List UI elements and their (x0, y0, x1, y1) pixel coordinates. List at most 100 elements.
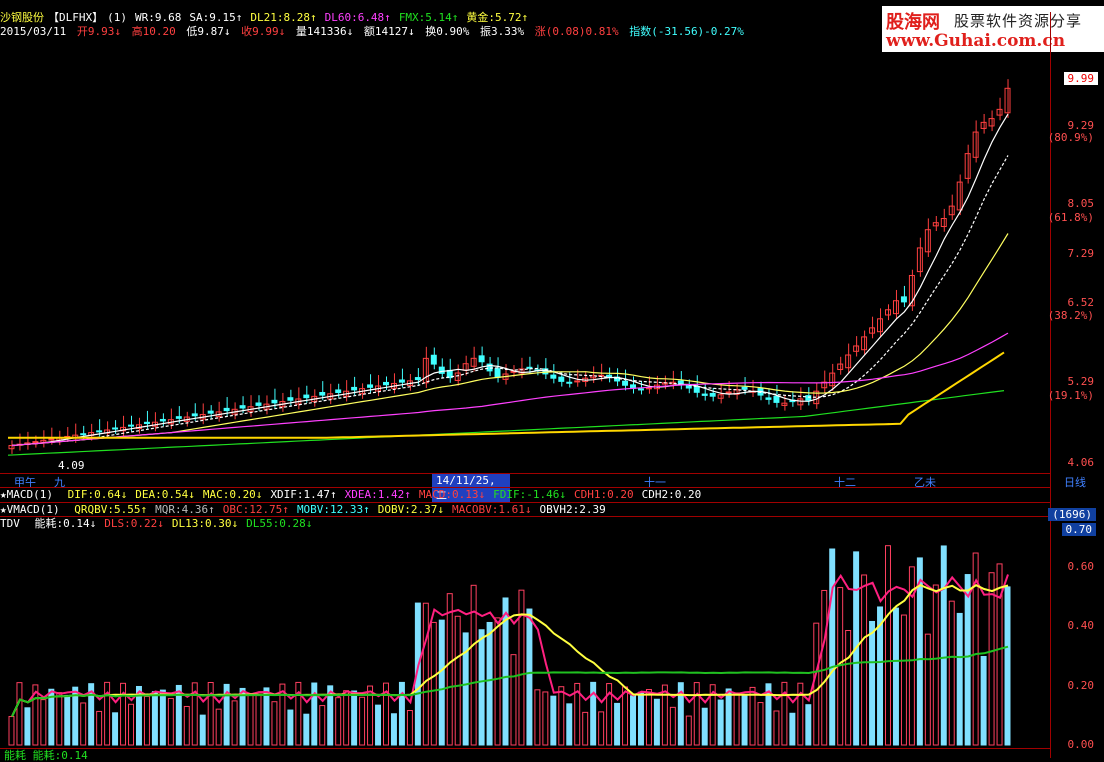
volume-bar (900, 614, 907, 746)
candle-body (239, 405, 246, 409)
tdv-item: 能耗:0.14↓ (34, 517, 97, 530)
ma-line-white (11, 113, 1009, 447)
candle-body (367, 384, 374, 388)
bottom-partial-row: 能耗 能耗:0.14 (4, 749, 88, 762)
volume-bar (263, 687, 270, 746)
candle-body (271, 399, 278, 404)
volume-bar (151, 691, 158, 746)
tdv-title[interactable]: TDV (0, 517, 20, 530)
time-axis-label[interactable]: 日线 (1060, 474, 1090, 490)
volume-bar (359, 696, 366, 746)
price-tick-label: 7.29 (1067, 247, 1095, 260)
macd-item: CDH2:0.20 (641, 488, 702, 501)
volume-bar (813, 622, 820, 746)
volume-bar (630, 695, 636, 746)
volume-bar (446, 593, 453, 746)
volume-bar (622, 686, 629, 746)
volume-bar (287, 709, 294, 746)
kline-chart[interactable] (0, 0, 1104, 758)
volume-bar (375, 704, 382, 746)
volume-bar (56, 692, 63, 746)
ma-line-yellow (11, 233, 1009, 447)
price-tick-label: 8.05 (1067, 197, 1095, 210)
volume-tick-label: 0.60 (1067, 560, 1095, 573)
volume-tick-label: 0.00 (1067, 738, 1095, 751)
volume-bar (183, 705, 190, 746)
volume-bar (255, 693, 262, 746)
volume-bar (406, 710, 413, 746)
volume-bar (932, 584, 939, 746)
macd-row[interactable]: ★MACD(1) DIF:0.64↓ DEA:0.54↓ MAC:0.20↓ XDIF… (0, 488, 705, 501)
volume-bar (80, 702, 87, 746)
vmacd-row[interactable]: ★VMACD(1) QRQBV:5.55↑ MQR:4.36↑ OBC:12.75↑… (0, 503, 610, 516)
volume-bar (614, 702, 621, 746)
volume-bar (645, 689, 652, 746)
volume-bar (701, 707, 708, 746)
candle-body (805, 395, 812, 401)
candle-body (414, 377, 421, 381)
volume-bar (669, 706, 676, 746)
candle-body (725, 391, 732, 394)
volume-bar (438, 619, 445, 746)
volume-tick-label: 0.40 (1067, 619, 1095, 632)
volume-tick-label: 0.20 (1067, 679, 1095, 692)
low-price-marker: 4.09 (58, 459, 85, 472)
volume-bar (637, 691, 644, 746)
volume-bar (486, 621, 493, 746)
candle-body (319, 392, 326, 396)
volume-bar (725, 688, 732, 746)
candle-body (741, 386, 748, 390)
tdv-item: DL55:0.28↓ (246, 517, 313, 530)
candle-body (32, 441, 39, 444)
volume-bar (494, 617, 501, 746)
volume-bar (64, 694, 71, 746)
tdv-row[interactable]: TDV 能耗:0.14↓ DLS:0.22↓ DL13:0.30↓ DL55:0.28… (0, 517, 316, 530)
volume-bar (988, 572, 995, 746)
volume-bar (128, 703, 134, 746)
candle-body (693, 385, 700, 393)
volume-bar (885, 545, 891, 746)
volume-bar (821, 589, 828, 746)
tdv-item: DL13:0.30↓ (171, 517, 239, 530)
volume-bar (980, 655, 987, 746)
vmacd-item: MQR:4.36↑ (155, 503, 215, 516)
volume-bar (956, 612, 963, 746)
bottom-divider (0, 748, 1050, 749)
volume-bar (582, 711, 589, 746)
volume-bar (845, 629, 852, 746)
candle-body (550, 374, 557, 379)
candle-body (773, 395, 780, 403)
candle-body (558, 376, 565, 382)
candle-body (398, 379, 405, 383)
volume-bar (773, 710, 780, 746)
volume-bar (789, 712, 796, 746)
volume-bar (478, 629, 485, 746)
volume-bar (590, 681, 597, 746)
volume-bar (8, 716, 15, 746)
candle-body (287, 397, 294, 401)
candle-body (709, 392, 716, 397)
vmacd-item: OBVH2:2.39 (539, 503, 606, 516)
volume-bar (526, 608, 533, 746)
macd-title[interactable]: ★MACD(1) (0, 488, 53, 501)
vmacd-item: QRQBV:5.55↑ (74, 503, 148, 516)
volume-bar (398, 681, 405, 746)
volume-bar (892, 607, 899, 746)
volume-bar (231, 700, 238, 746)
volume-bar (422, 602, 429, 746)
candle-body (566, 381, 573, 384)
volume-bar (829, 548, 836, 746)
price-tick-label: 5.29 (1067, 375, 1095, 388)
candle-body (430, 354, 437, 365)
candle-body (207, 410, 214, 414)
candle-body (637, 388, 644, 391)
candle-body (159, 418, 166, 422)
candle-body (80, 433, 87, 436)
volume-tick-label: 0.70 (1061, 523, 1096, 536)
price-tick-label: 4.06 (1067, 456, 1095, 469)
macd-item: DIF:0.64↓ (67, 488, 128, 501)
volume-bar (319, 705, 326, 746)
vmacd-title[interactable]: ★VMACD(1) (0, 503, 60, 516)
price-tick-label: 6.52 (1067, 296, 1095, 309)
volume-bar (16, 682, 23, 746)
